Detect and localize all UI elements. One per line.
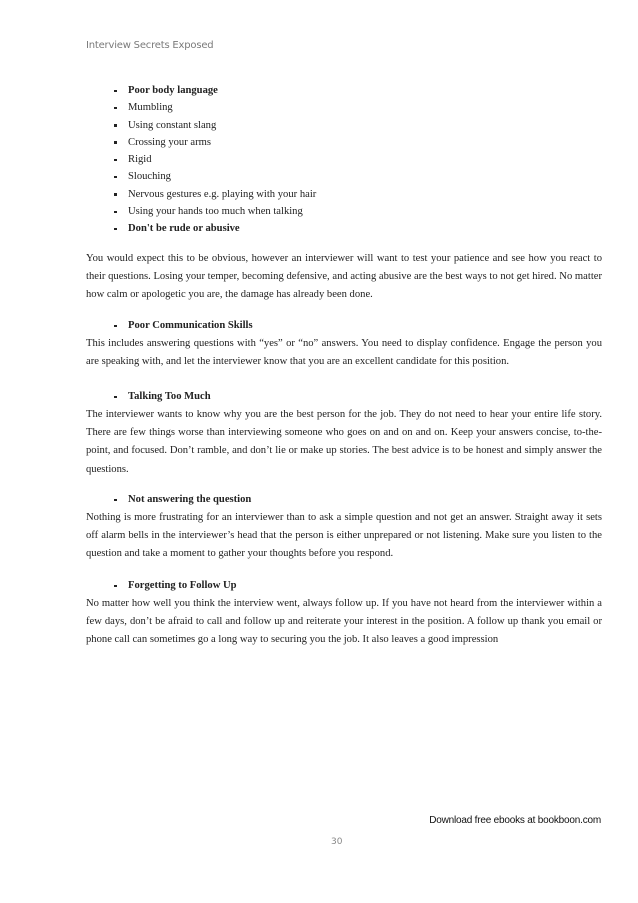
bullet-icon [114,227,117,231]
bullet-icon [114,324,117,327]
intro-paragraph: You would expect this to be obvious, how… [86,253,602,301]
bullet-icon [114,106,117,110]
list-item-text: Rigid [128,154,152,166]
list-item: Slouching [110,168,316,185]
list-item: Using constant slang [110,117,316,134]
list-item-text: Slouching [128,171,171,183]
section-body-talking-too-much: The interviewer wants to know why you ar… [86,409,602,475]
list-item-text: Using constant slang [128,119,217,131]
list-item: Poor body language [110,82,316,99]
bullet-icon [114,193,117,196]
list-item: Mumbling [110,99,316,116]
section-heading-communication: Poor Communication Skills [114,317,253,335]
bullet-icon [114,395,117,398]
section-heading-text: Forgetting to Follow Up [128,580,237,591]
list-item: Crossing your arms [110,134,316,151]
list-item: Nervous gestures e.g. playing with your … [110,186,316,203]
list-item-text: Don't be rude or abusive [128,223,240,235]
list-item: Rigid [110,151,316,168]
behavior-bullet-list: Poor body language Mumbling Using consta… [110,82,316,238]
bullet-icon [114,124,117,127]
section-heading-follow-up: Forgetting to Follow Up [114,577,237,595]
bullet-icon [114,584,117,587]
section-heading-text: Talking Too Much [128,391,211,402]
list-item-text: Mumbling [128,102,173,114]
section-heading-text: Poor Communication Skills [128,320,253,331]
section-body-not-answering: Nothing is more frustrating for an inter… [86,512,602,560]
bullet-icon [114,141,117,144]
bullet-icon [114,175,117,179]
document-page: Interview Secrets Exposed Poor body lang… [0,0,638,903]
list-item-text: Using your hands too much when talking [128,206,303,218]
section-body-communication: This includes answering questions with “… [86,338,602,368]
running-header-title: Interview Secrets Exposed [86,40,214,51]
list-item: Don't be rude or abusive [110,220,316,237]
list-item: Using your hands too much when talking [110,203,316,220]
bullet-icon [114,210,117,214]
section-heading-talking-too-much: Talking Too Much [114,388,211,406]
section-heading-not-answering: Not answering the question [114,491,251,509]
bullet-icon [114,89,117,92]
list-item-text: Nervous gestures e.g. playing with your … [128,188,317,200]
section-body-follow-up: No matter how well you think the intervi… [86,598,602,646]
list-item-text: Poor body language [128,85,218,96]
list-item-text: Crossing your arms [128,136,211,148]
section-heading-text: Not answering the question [128,494,252,505]
bullet-icon [114,498,117,501]
bullet-icon [114,158,117,162]
page-number: 30 [331,837,343,847]
download-ebooks-link[interactable]: Download free ebooks at bookboon.com [429,815,601,826]
